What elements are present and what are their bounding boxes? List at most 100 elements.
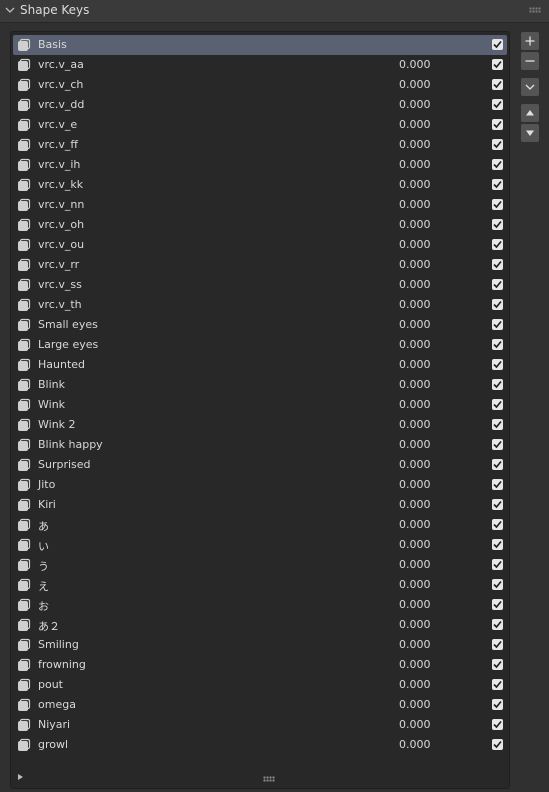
- shape-key-value[interactable]: 0.000: [399, 638, 431, 651]
- shape-key-name[interactable]: Blink happy: [38, 438, 103, 451]
- shape-key-value[interactable]: 0.000: [399, 318, 431, 331]
- shape-key-name[interactable]: お: [38, 598, 49, 614]
- mute-checkbox[interactable]: [492, 259, 503, 270]
- shape-key-name[interactable]: Jito: [38, 478, 55, 491]
- shape-key-value[interactable]: 0.000: [399, 578, 431, 591]
- shape-key-name[interactable]: vrc.v_e: [38, 118, 77, 131]
- shape-key-value[interactable]: 0.000: [399, 698, 431, 711]
- shape-key-row[interactable]: あ２ 0.000: [13, 615, 507, 635]
- shape-key-value[interactable]: 0.000: [399, 358, 431, 371]
- shape-key-row[interactable]: vrc.v_dd 0.000: [13, 95, 507, 115]
- mute-checkbox[interactable]: [492, 439, 503, 450]
- shape-key-row[interactable]: い 0.000: [13, 535, 507, 555]
- mute-checkbox[interactable]: [492, 79, 503, 90]
- shape-key-row[interactable]: Blink happy 0.000: [13, 435, 507, 455]
- shape-key-value[interactable]: 0.000: [399, 198, 431, 211]
- shape-key-row[interactable]: pout 0.000: [13, 675, 507, 695]
- mute-checkbox[interactable]: [492, 339, 503, 350]
- mute-checkbox[interactable]: [492, 559, 503, 570]
- mute-checkbox[interactable]: [492, 239, 503, 250]
- mute-checkbox[interactable]: [492, 139, 503, 150]
- shape-key-name[interactable]: vrc.v_ou: [38, 238, 84, 251]
- shape-key-row[interactable]: frowning 0.000: [13, 655, 507, 675]
- shape-key-name[interactable]: Wink 2: [38, 418, 76, 431]
- shape-key-name[interactable]: vrc.v_nn: [38, 198, 84, 211]
- mute-checkbox[interactable]: [492, 459, 503, 470]
- shape-key-name[interactable]: pout: [38, 678, 63, 691]
- shape-key-name[interactable]: Blink: [38, 378, 65, 391]
- shape-key-row[interactable]: Smiling 0.000: [13, 635, 507, 655]
- shape-key-row[interactable]: え 0.000: [13, 575, 507, 595]
- shape-key-name[interactable]: vrc.v_th: [38, 298, 82, 311]
- shape-key-value[interactable]: 0.000: [399, 498, 431, 511]
- shape-key-row[interactable]: Haunted 0.000: [13, 355, 507, 375]
- mute-checkbox[interactable]: [492, 379, 503, 390]
- shape-key-name[interactable]: あ: [38, 518, 49, 534]
- shape-key-value[interactable]: 0.000: [399, 298, 431, 311]
- shape-key-value[interactable]: 0.000: [399, 658, 431, 671]
- mute-checkbox[interactable]: [492, 299, 503, 310]
- shape-key-row[interactable]: vrc.v_th 0.000: [13, 295, 507, 315]
- mute-checkbox[interactable]: [492, 119, 503, 130]
- shape-key-value[interactable]: 0.000: [399, 678, 431, 691]
- shape-key-name[interactable]: Wink: [38, 398, 65, 411]
- mute-checkbox[interactable]: [492, 319, 503, 330]
- shape-key-name[interactable]: vrc.v_rr: [38, 258, 79, 271]
- shape-key-value[interactable]: 0.000: [399, 258, 431, 271]
- move-down-button[interactable]: [521, 124, 539, 142]
- list-resize-grip-icon[interactable]: [263, 776, 275, 782]
- shape-key-value[interactable]: 0.000: [399, 158, 431, 171]
- shape-key-value[interactable]: 0.000: [399, 238, 431, 251]
- shape-key-value[interactable]: 0.000: [399, 538, 431, 551]
- shape-key-row[interactable]: vrc.v_oh 0.000: [13, 215, 507, 235]
- shape-key-name[interactable]: え: [38, 578, 49, 594]
- shape-key-name[interactable]: Kiri: [38, 498, 56, 511]
- remove-shape-key-button[interactable]: [521, 52, 539, 70]
- shape-key-name[interactable]: Smiling: [38, 638, 79, 651]
- shape-key-name[interactable]: Basis: [38, 38, 67, 51]
- mute-checkbox[interactable]: [492, 659, 503, 670]
- shape-key-value[interactable]: 0.000: [399, 718, 431, 731]
- mute-checkbox[interactable]: [492, 519, 503, 530]
- shape-key-name[interactable]: vrc.v_ff: [38, 138, 78, 151]
- shape-key-row[interactable]: Kiri 0.000: [13, 495, 507, 515]
- shape-key-name[interactable]: い: [38, 538, 49, 554]
- add-shape-key-button[interactable]: [521, 32, 539, 50]
- shape-key-name[interactable]: vrc.v_aa: [38, 58, 84, 71]
- shape-key-row[interactable]: vrc.v_ss 0.000: [13, 275, 507, 295]
- shape-key-row[interactable]: Surprised 0.000: [13, 455, 507, 475]
- mute-checkbox[interactable]: [492, 399, 503, 410]
- shape-key-value[interactable]: 0.000: [399, 98, 431, 111]
- shape-key-name[interactable]: vrc.v_oh: [38, 218, 84, 231]
- shape-key-name[interactable]: vrc.v_ih: [38, 158, 80, 171]
- shape-key-value[interactable]: 0.000: [399, 278, 431, 291]
- shape-key-name[interactable]: Niyari: [38, 718, 70, 731]
- shape-key-value[interactable]: 0.000: [399, 398, 431, 411]
- specials-menu-button[interactable]: [521, 78, 539, 96]
- shape-key-row[interactable]: vrc.v_e 0.000: [13, 115, 507, 135]
- mute-checkbox[interactable]: [492, 619, 503, 630]
- collapse-chevron-icon[interactable]: [5, 5, 15, 15]
- shape-key-name[interactable]: frowning: [38, 658, 86, 671]
- mute-checkbox[interactable]: [492, 159, 503, 170]
- mute-checkbox[interactable]: [492, 699, 503, 710]
- mute-checkbox[interactable]: [492, 499, 503, 510]
- shape-key-value[interactable]: 0.000: [399, 738, 431, 751]
- mute-checkbox[interactable]: [492, 679, 503, 690]
- shape-key-row[interactable]: vrc.v_aa 0.000: [13, 55, 507, 75]
- drag-grip-icon[interactable]: [529, 7, 541, 13]
- shape-keys-list[interactable]: Basis vrc.v_aa 0.000 vrc.v_ch 0.000 vrc.v_dd 0…: [10, 31, 510, 789]
- shape-key-value[interactable]: 0.000: [399, 418, 431, 431]
- mute-checkbox[interactable]: [492, 539, 503, 550]
- shape-key-row[interactable]: vrc.v_nn 0.000: [13, 195, 507, 215]
- shape-key-value[interactable]: 0.000: [399, 378, 431, 391]
- shape-key-row[interactable]: お 0.000: [13, 595, 507, 615]
- mute-checkbox[interactable]: [492, 99, 503, 110]
- shape-key-row[interactable]: Niyari 0.000: [13, 715, 507, 735]
- mute-checkbox[interactable]: [492, 279, 503, 290]
- shape-key-row[interactable]: vrc.v_ou 0.000: [13, 235, 507, 255]
- shape-key-row[interactable]: Large eyes 0.000: [13, 335, 507, 355]
- shape-key-name[interactable]: vrc.v_kk: [38, 178, 83, 191]
- shape-key-name[interactable]: Surprised: [38, 458, 91, 471]
- mute-checkbox[interactable]: [492, 59, 503, 70]
